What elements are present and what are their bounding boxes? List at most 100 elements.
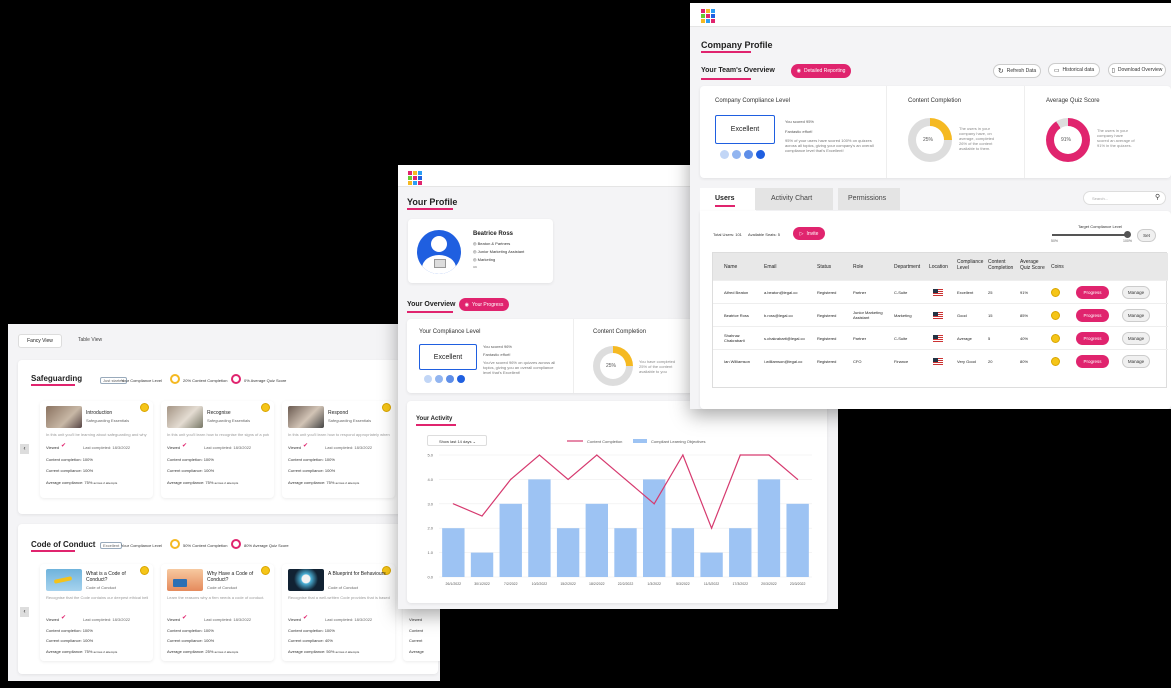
user-email: s.chakrabarti@legal.co — [764, 336, 805, 341]
user-cc: 15 — [988, 313, 993, 318]
section-title: Code of Conduct — [31, 540, 96, 549]
progress-button[interactable]: Progress — [1076, 332, 1109, 345]
lesson-card[interactable]: Introduction Safeguarding Essentials In … — [40, 401, 153, 498]
col-header: Average Quiz Score — [1020, 259, 1045, 271]
average-compliance: Average compliance: 25% across 2 attempt… — [167, 649, 239, 654]
fantastic-text: Fantastic effort! — [483, 352, 511, 357]
content-completion: Content completion: 100% — [46, 628, 93, 633]
total-users: Total Users: 101 — [713, 232, 742, 237]
completion-pct: 25% — [923, 137, 934, 143]
compliance-label: Your Compliance Level — [121, 378, 162, 383]
bar — [556, 528, 580, 577]
x-tick-label: 30/1/2022 — [474, 582, 490, 586]
download-overview-button[interactable]: ▯ Download Overview — [1108, 63, 1166, 77]
prev-arrow-button[interactable]: ‹ — [20, 607, 29, 617]
bar — [643, 479, 666, 577]
lesson-title: Introduction — [86, 410, 113, 416]
manage-button[interactable]: Manage — [1122, 355, 1150, 368]
profile-name: Beatrice Ross — [473, 231, 514, 237]
content-completion: Content completion: 100% — [167, 628, 214, 633]
user-quiz: 40% — [1020, 336, 1029, 341]
bar — [499, 503, 522, 577]
user-quiz: 91% — [1020, 290, 1029, 295]
average-compliance: Average compliance: 75% across 2 attempt… — [167, 480, 239, 485]
profile-role: ◎ Junior Marketing Assistant — [473, 249, 525, 254]
x-tick-label: 22/2/2022 — [618, 582, 634, 586]
compliance-title: Your Compliance Level — [419, 329, 481, 335]
lesson-card[interactable]: Recognise Safeguarding Essentials In thi… — [161, 401, 274, 498]
user-name: Alfred Beaton — [724, 290, 749, 295]
viewed-label: Viewed — [46, 617, 60, 622]
user-status: Registered — [817, 336, 837, 341]
lesson-card[interactable]: A Blueprint for Behaviours Code of Condu… — [282, 564, 395, 661]
eye-icon: ◉ — [464, 301, 469, 308]
target-slider-handle[interactable] — [1124, 231, 1131, 238]
y-tick-label: 4.0 — [427, 477, 433, 482]
progress-button[interactable]: Progress — [1076, 286, 1109, 299]
current-compliance: Current compliance: 40% — [288, 638, 333, 643]
lesson-desc: In this unit you'll learn how to respond… — [288, 432, 390, 437]
lesson-sub: Safeguarding Essentials — [207, 418, 251, 423]
user-role: Partner — [853, 336, 867, 341]
tab-permissions[interactable]: Permissions — [838, 188, 900, 210]
check-icon: ✔ — [303, 443, 309, 449]
user-email: a.beaton@legal.co — [764, 290, 798, 295]
coin-icon — [261, 403, 270, 412]
user-dept: C-Suite — [894, 336, 908, 341]
coin-icon — [1051, 311, 1060, 320]
stat-completion: 50% Content Completion — [183, 543, 228, 548]
refresh-data-button[interactable]: ↻ Refresh Data — [993, 64, 1041, 78]
invite-button[interactable]: ▷ Invite — [793, 227, 825, 240]
search-input[interactable]: Search... — [1083, 191, 1166, 205]
manage-button[interactable]: Manage — [1122, 332, 1150, 345]
line-point — [510, 478, 512, 480]
your-progress-button[interactable]: ◉ Your Progress — [459, 298, 509, 311]
tab-users[interactable]: Users — [700, 188, 756, 211]
lesson-sub: Code of Conduct — [86, 585, 117, 590]
lesson-title: Respond — [328, 410, 349, 416]
tab-fancy-view[interactable]: Fancy View — [18, 334, 62, 348]
activity-card: Your Activity Show last 14 days ⌄ Conten… — [407, 401, 827, 603]
lesson-desc: Learn the reasons why a firm needs a cod… — [167, 595, 265, 600]
lesson-card[interactable]: Why Have a Code of Conduct? Code of Cond… — [161, 564, 274, 661]
stat-completion: 20% Content Completion — [183, 378, 228, 383]
coin-icon — [1051, 288, 1060, 297]
team-overview-card: Company Compliance Level Excellent You s… — [700, 86, 1171, 178]
detailed-reporting-button[interactable]: ◉ Detailed Reporting — [791, 64, 851, 78]
manage-button[interactable]: Manage — [1122, 286, 1150, 299]
logo-icon — [408, 171, 422, 185]
us-flag-icon — [933, 289, 943, 296]
bar — [470, 552, 494, 577]
lesson-card[interactable]: What is a Code of Conduct? Code of Condu… — [40, 564, 153, 661]
content-completion: Content completion: 100% — [167, 457, 214, 462]
progress-button[interactable]: Progress — [1076, 355, 1109, 368]
set-button[interactable]: Set — [1137, 229, 1156, 242]
lesson-sub: Code of Conduct — [328, 585, 359, 590]
profile-country: UK — [473, 265, 478, 269]
last-completed: Last completed: 18/3/2022 — [83, 617, 131, 622]
search-icon[interactable]: ⚲ — [1155, 193, 1160, 201]
col-header: Compliance Level — [957, 259, 984, 271]
lesson-card[interactable]: Respond Safeguarding Essentials In this … — [282, 401, 395, 498]
historical-data-button[interactable]: ▭ Historical data — [1048, 63, 1100, 77]
completion-ring-icon — [170, 374, 180, 384]
tab-activity-chart[interactable]: Activity Chart — [755, 188, 833, 210]
bar — [528, 479, 551, 577]
legend-line-label: Content Completion — [587, 439, 622, 444]
user-level: Very Good — [957, 359, 976, 364]
prev-arrow-button[interactable]: ‹ — [20, 444, 29, 454]
last-completed: Last completed: 18/3/2022 — [204, 445, 252, 450]
lesson-title: Why Have a Code of Conduct? — [207, 571, 254, 583]
code-of-conduct-section: Code of Conduct Excellent Your Complianc… — [18, 524, 440, 674]
progress-button[interactable]: Progress — [1076, 309, 1109, 322]
last-completed: Last completed: 18/3/2022 — [325, 617, 373, 622]
edit-avatar-icon[interactable] — [434, 259, 446, 268]
profile-card: Beatrice Ross ◎ Beaton & Partners ◎ Juni… — [408, 219, 553, 283]
target-label: Target Compliance Level — [1078, 224, 1123, 229]
table-row: Shahnaz Chakrabarti s.chakrabarti@legal.… — [713, 326, 1168, 349]
tab-table-view[interactable]: Table View — [78, 337, 102, 343]
col-header: Coins — [1051, 264, 1064, 270]
target-slider[interactable] — [1052, 234, 1130, 236]
content-completion: Content completion: 100% — [288, 628, 335, 633]
manage-button[interactable]: Manage — [1122, 309, 1150, 322]
